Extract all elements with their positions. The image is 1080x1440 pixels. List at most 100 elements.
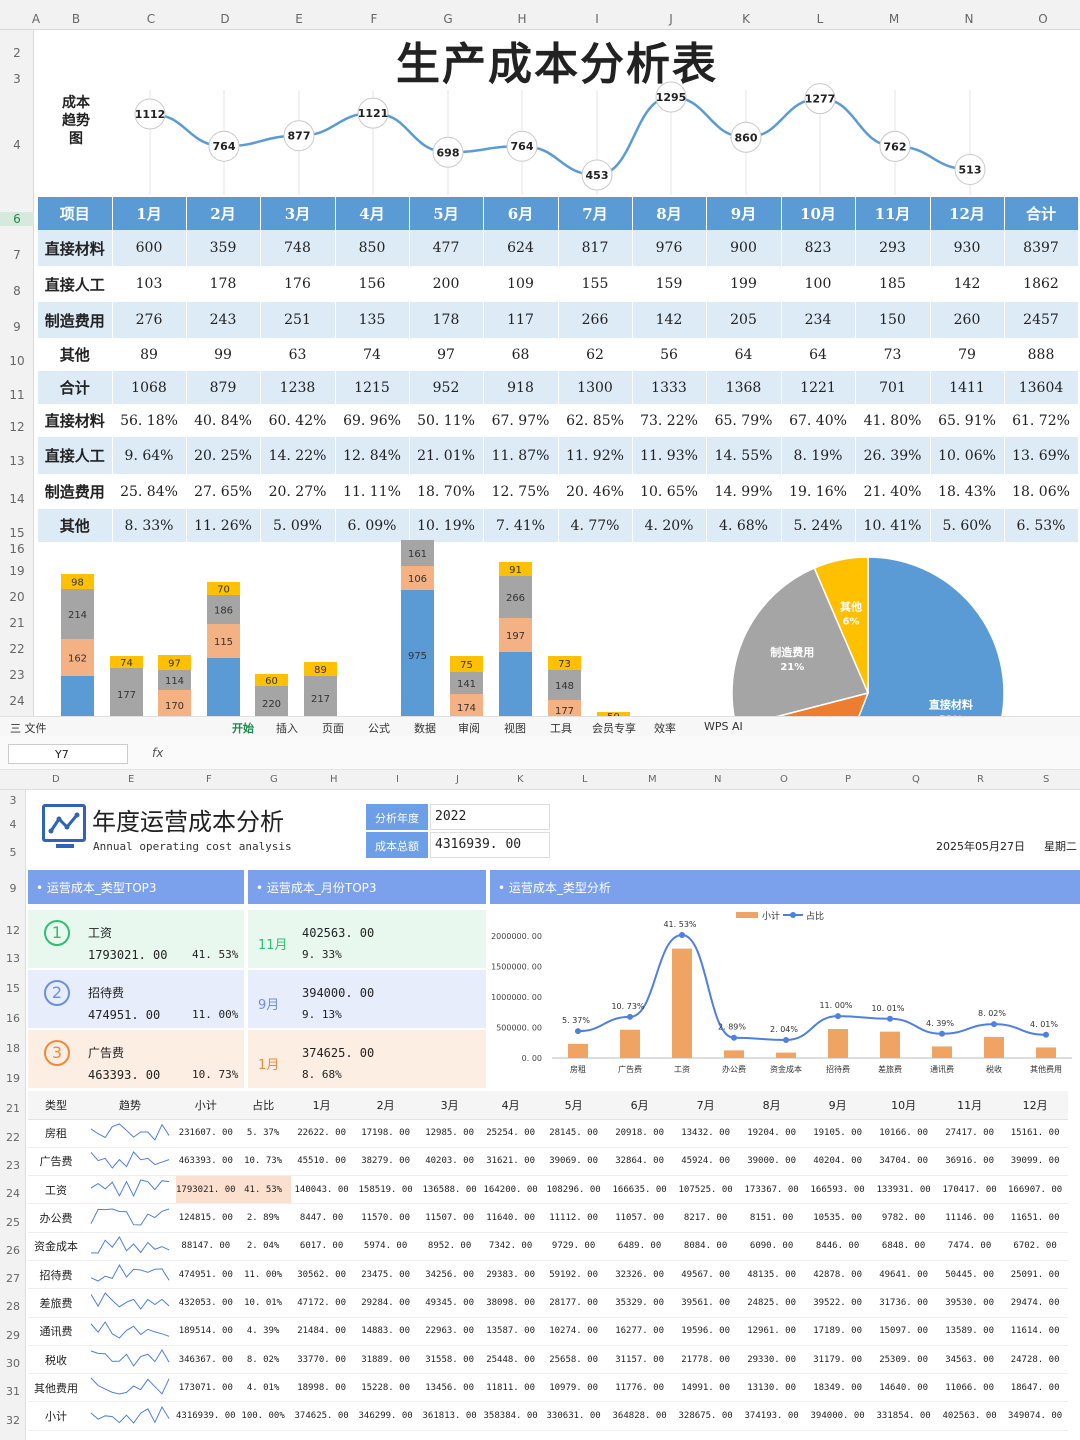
cost-cell[interactable]: 159 xyxy=(632,266,707,302)
cost-cell[interactable]: 5. 09% xyxy=(260,509,336,542)
ops-cell[interactable]: 6090. 00 xyxy=(738,1232,805,1261)
cost-cell[interactable]: 14. 99% xyxy=(706,474,782,509)
cost-cell[interactable]: 14. 22% xyxy=(260,437,336,474)
cost-cell[interactable]: 8. 33% xyxy=(112,509,187,542)
ops-cell[interactable]: 39069. 00 xyxy=(540,1147,607,1177)
row-header[interactable]: 24 xyxy=(0,1187,26,1200)
cost-cell[interactable]: 50. 11% xyxy=(409,404,484,437)
column-header[interactable]: M xyxy=(648,774,657,785)
column-header[interactable]: C xyxy=(145,12,157,26)
column-header[interactable]: L xyxy=(582,774,588,785)
cost-cell[interactable]: 21. 01% xyxy=(409,437,484,474)
cost-cell[interactable]: 79 xyxy=(930,338,1005,371)
ops-cell[interactable]: 364828. 00 xyxy=(606,1401,673,1431)
cost-cell[interactable]: 5. 60% xyxy=(930,509,1005,542)
cost-table-header[interactable]: 1月 xyxy=(112,197,187,230)
cost-row-label[interactable]: 制造费用 xyxy=(38,302,113,338)
ops-cell[interactable]: 18349. 00 xyxy=(804,1373,871,1403)
cost-cell[interactable]: 64 xyxy=(706,338,782,371)
column-header[interactable]: R xyxy=(977,774,984,785)
ops-cell[interactable]: 11651. 00 xyxy=(1002,1203,1068,1233)
cost-cell[interactable]: 8. 19% xyxy=(781,437,856,474)
cost-cell[interactable]: 156 xyxy=(335,266,410,302)
ops-type-name[interactable]: 其他费用 xyxy=(28,1373,84,1403)
ops-type-name[interactable]: 房租 xyxy=(28,1119,84,1148)
cost-cell[interactable]: 276 xyxy=(112,302,187,338)
ops-cell[interactable]: 8084. 00 xyxy=(672,1232,739,1261)
sparkline-cell[interactable] xyxy=(84,1317,176,1346)
cost-cell[interactable]: 1333 xyxy=(632,371,707,404)
ops-cell[interactable]: 10979. 00 xyxy=(540,1373,607,1403)
cost-cell[interactable]: 5. 24% xyxy=(781,509,856,542)
cost-cell[interactable]: 952 xyxy=(409,371,484,404)
ops-table-header[interactable]: 2月 xyxy=(352,1091,419,1120)
ops-cell[interactable]: 40203. 00 xyxy=(418,1147,481,1177)
cost-cell[interactable]: 10. 19% xyxy=(409,509,484,542)
ops-cell[interactable]: 166593. 00 xyxy=(804,1175,871,1205)
ops-type-name[interactable]: 小计 xyxy=(28,1401,84,1431)
row-header[interactable]: 23 xyxy=(0,1159,26,1172)
ops-cell[interactable]: 25309. 00 xyxy=(870,1345,937,1375)
cost-cell[interactable]: 879 xyxy=(186,371,261,404)
ops-cell[interactable]: 29330. 00 xyxy=(738,1345,805,1375)
ops-table-header[interactable]: 趋势 xyxy=(84,1091,176,1120)
cost-cell[interactable]: 73. 22% xyxy=(632,404,707,437)
row-header[interactable]: 22 xyxy=(0,1131,26,1144)
ops-cell[interactable]: 358384. 00 xyxy=(480,1401,541,1431)
column-header[interactable]: L xyxy=(814,12,826,26)
row-header[interactable]: 11 xyxy=(0,388,34,402)
cost-cell[interactable]: 74 xyxy=(335,338,410,371)
ops-table-header[interactable]: 10月 xyxy=(870,1091,937,1120)
ops-cell[interactable]: 38279. 00 xyxy=(352,1147,419,1177)
ops-cell[interactable]: 100. 00% xyxy=(235,1401,291,1431)
ops-cell[interactable]: 6702. 00 xyxy=(1002,1232,1068,1261)
row-header[interactable]: 31 xyxy=(0,1385,26,1398)
sparkline-cell[interactable] xyxy=(84,1373,176,1403)
cost-cell[interactable]: 251 xyxy=(260,302,336,338)
cost-cell[interactable]: 260 xyxy=(930,302,1005,338)
cost-table-header[interactable]: 5月 xyxy=(409,197,484,230)
ops-cell[interactable]: 8952. 00 xyxy=(418,1232,481,1261)
ops-type-name[interactable]: 工资 xyxy=(28,1175,84,1205)
ops-cell[interactable]: 25658. 00 xyxy=(540,1345,607,1375)
ops-cell[interactable]: 31889. 00 xyxy=(352,1345,419,1375)
cost-cell[interactable]: 61. 72% xyxy=(1004,404,1079,437)
ops-cell[interactable]: 50445. 00 xyxy=(936,1260,1003,1290)
ops-table-header[interactable]: 6月 xyxy=(606,1091,673,1120)
ops-cell[interactable]: 166907. 00 xyxy=(1002,1175,1068,1205)
cost-cell[interactable]: 26. 39% xyxy=(855,437,931,474)
ops-cell[interactable]: 8446. 00 xyxy=(804,1232,871,1261)
cost-cell[interactable]: 64 xyxy=(781,338,856,371)
ribbon-tab[interactable]: 审阅 xyxy=(458,720,480,736)
ops-cell[interactable]: 18647. 00 xyxy=(1002,1373,1068,1403)
row-header[interactable]: 22 xyxy=(0,642,34,656)
cost-cell[interactable]: 624 xyxy=(483,230,559,266)
fx-icon[interactable]: fx xyxy=(152,746,163,760)
cost-cell[interactable]: 243 xyxy=(186,302,261,338)
ops-cell[interactable]: 173071. 00 xyxy=(176,1373,236,1403)
column-header[interactable]: P xyxy=(845,774,851,785)
ribbon-tab[interactable]: 效率 xyxy=(654,720,676,736)
ops-cell[interactable]: 19105. 00 xyxy=(804,1119,871,1148)
ops-cell[interactable]: 6017. 00 xyxy=(290,1232,353,1261)
cost-cell[interactable]: 18. 70% xyxy=(409,474,484,509)
ops-table-header[interactable]: 8月 xyxy=(738,1091,805,1120)
sparkline-cell[interactable] xyxy=(84,1345,176,1375)
cost-table-header[interactable]: 6月 xyxy=(483,197,559,230)
ops-cell[interactable]: 361813. 00 xyxy=(418,1401,481,1431)
row-header[interactable]: 3 xyxy=(0,794,26,807)
ops-cell[interactable]: 33770. 00 xyxy=(290,1345,353,1375)
ops-cell[interactable]: 48135. 00 xyxy=(738,1260,805,1290)
ribbon-tab[interactable]: 页面 xyxy=(322,720,344,736)
row-header[interactable]: 16 xyxy=(0,542,34,556)
cost-cell[interactable]: 11. 26% xyxy=(186,509,261,542)
cost-cell[interactable]: 20. 25% xyxy=(186,437,261,474)
cost-cell[interactable]: 1862 xyxy=(1004,266,1079,302)
sparkline-cell[interactable] xyxy=(84,1288,176,1318)
sparkline-cell[interactable] xyxy=(84,1401,176,1431)
cost-cell[interactable]: 19. 16% xyxy=(781,474,856,509)
cost-cell[interactable]: 73 xyxy=(855,338,931,371)
cost-cell[interactable]: 9. 64% xyxy=(112,437,187,474)
cost-cell[interactable]: 823 xyxy=(781,230,856,266)
cost-cell[interactable]: 11. 93% xyxy=(632,437,707,474)
